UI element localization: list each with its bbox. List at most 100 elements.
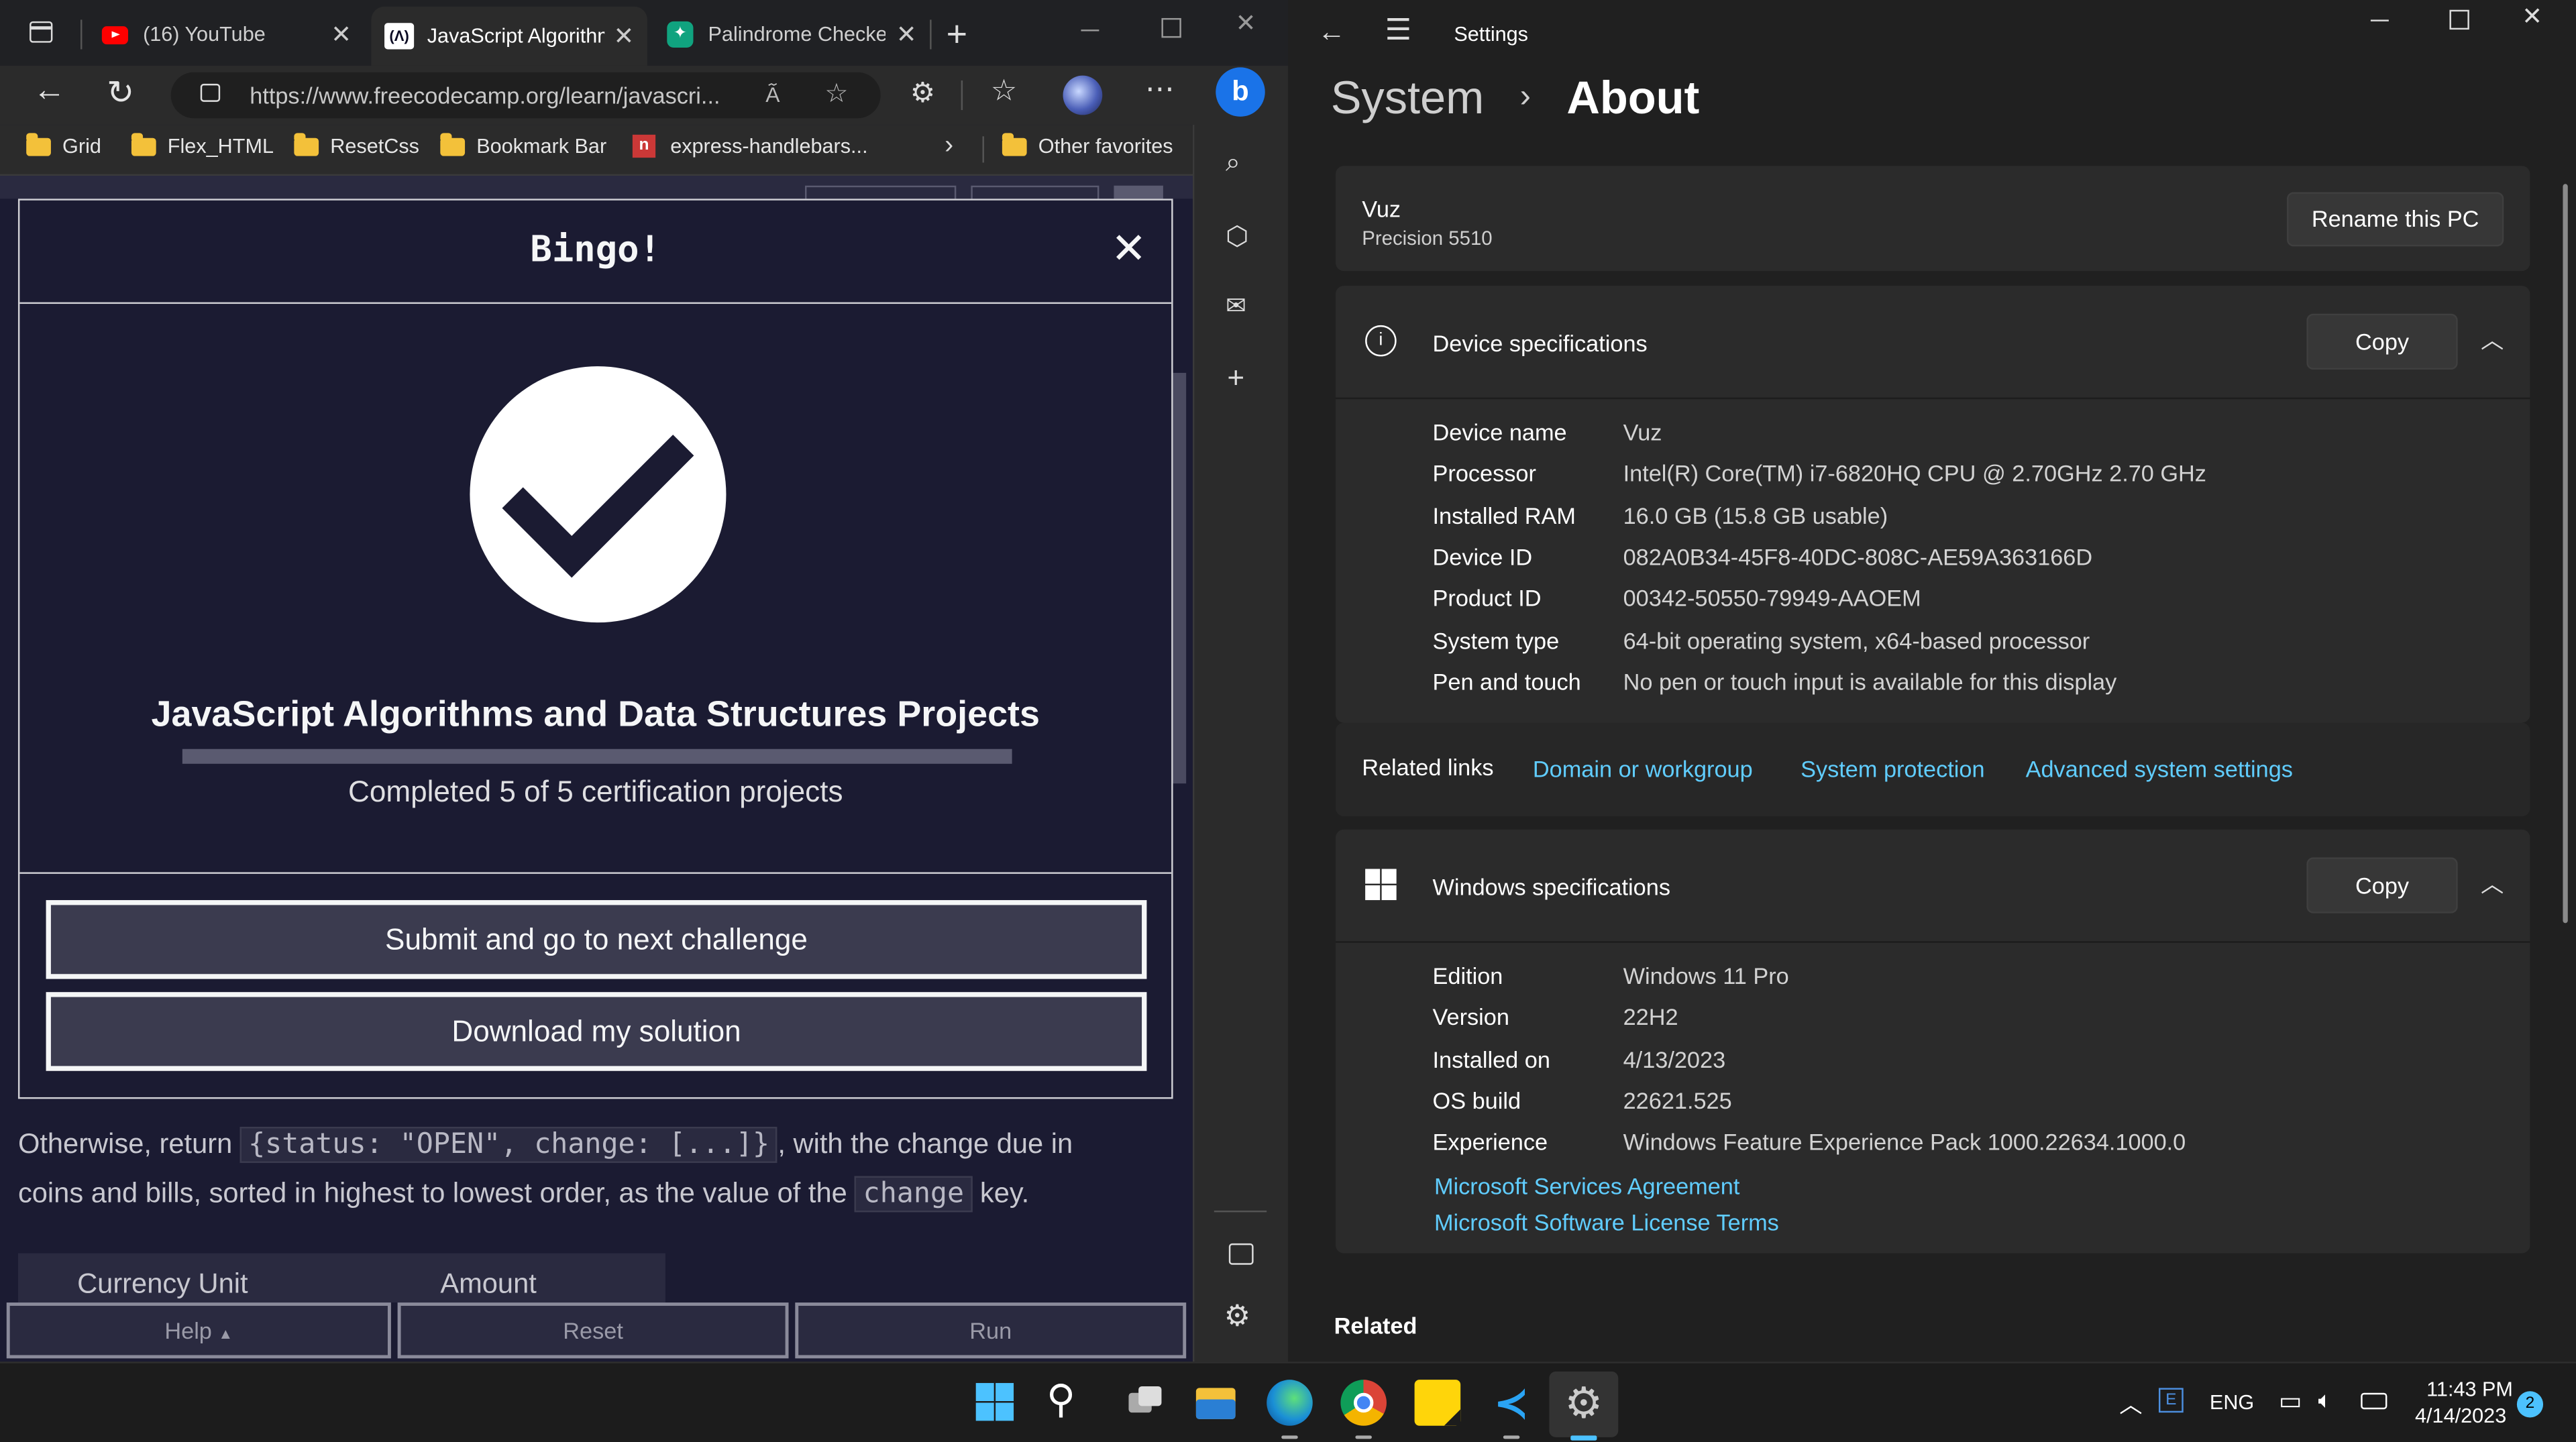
favorite-star-icon[interactable]: ☆ [824, 72, 848, 119]
close-icon[interactable]: ✕ [1111, 223, 1146, 274]
gear-icon[interactable]: ⚙ [1224, 1299, 1251, 1333]
favorite-other[interactable]: Other favorites [1002, 132, 1173, 158]
breadcrumb-parent[interactable]: System [1331, 72, 1485, 123]
chevron-up-icon[interactable]: ︿ [2481, 867, 2504, 900]
bing-chat-icon[interactable]: b [1216, 67, 1265, 117]
spec-value[interactable]: 16.0 GB (15.8 GB usable) [1623, 502, 1888, 528]
license-terms-link[interactable]: Microsoft Software License Terms [1434, 1209, 1779, 1235]
spec-value[interactable]: No pen or touch input is available for t… [1623, 668, 2117, 694]
chevron-up-icon[interactable]: ︿ [2119, 1388, 2142, 1421]
task-view-icon[interactable] [1122, 1380, 1169, 1426]
extensions-icon[interactable]: ⚙ [910, 77, 935, 110]
description-text: coins and bills, sorted in highest to lo… [17, 1177, 847, 1209]
domain-workgroup-link[interactable]: Domain or workgroup [1533, 756, 1753, 782]
split-screen-icon[interactable] [1228, 1243, 1254, 1265]
copy-windows-specs-button[interactable]: Copy [2306, 857, 2458, 913]
spec-value[interactable]: Intel(R) Core(TM) i7-6820HQ CPU @ 2.70GH… [1623, 460, 2206, 486]
clock-time[interactable]: 11:43 PM [2426, 1378, 2513, 1401]
minimize-icon[interactable] [2370, 19, 2389, 21]
close-window-icon[interactable]: ✕ [2522, 1, 2542, 32]
language-indicator[interactable]: ENG [2210, 1391, 2254, 1414]
run-button[interactable]: Run [795, 1302, 1187, 1359]
info-icon: i [1365, 325, 1397, 357]
spec-value[interactable]: 22H2 [1623, 1004, 1678, 1030]
input-indicator-icon[interactable]: E [2158, 1388, 2184, 1413]
file-explorer-icon[interactable] [1193, 1380, 1239, 1426]
chevron-up-icon[interactable]: ︿ [2481, 323, 2504, 356]
back-icon[interactable]: ← [33, 72, 66, 110]
tab-palindrome-checker[interactable]: ✦ Palindrome Checker ✕ [654, 10, 930, 59]
new-tab-icon[interactable]: + [947, 13, 967, 56]
back-icon[interactable]: ← [1318, 16, 1346, 49]
device-specs-title: Device specifications [1432, 330, 1648, 357]
edge-icon[interactable] [1267, 1380, 1313, 1426]
refresh-icon[interactable]: ↻ [107, 72, 134, 113]
settings-scrollbar[interactable] [2563, 184, 2568, 924]
spec-value[interactable]: 00342-50550-79949-AAOEM [1623, 585, 1921, 611]
system-protection-link[interactable]: System protection [1801, 756, 1984, 782]
minimize-icon[interactable] [1081, 30, 1099, 32]
search-icon[interactable]: ⌕ [1226, 150, 1240, 179]
volume-icon[interactable]: 🔈︎ [2318, 1386, 2332, 1415]
spec-label: System type [1432, 626, 1560, 653]
favorite-flex-html[interactable]: Flex_HTML [131, 132, 274, 158]
windows-logo-icon [1365, 869, 1397, 901]
page-scrollbar[interactable] [1173, 372, 1187, 784]
download-solution-button[interactable]: Download my solution [46, 992, 1147, 1071]
windows-specs-header[interactable]: Windows specifications Copy ︿ [1336, 830, 2530, 943]
close-window-icon[interactable]: ✕ [1236, 8, 1256, 38]
run-label: Run [969, 1317, 1012, 1344]
read-aloud-icon[interactable]: A᷉ [765, 72, 780, 119]
more-menu-icon[interactable]: ⋯ [1145, 72, 1175, 107]
spec-value[interactable]: 22621.525 [1623, 1087, 1732, 1113]
spec-value[interactable]: 4/13/2023 [1623, 1046, 1726, 1072]
start-icon[interactable] [973, 1380, 1019, 1426]
spec-label: Installed RAM [1432, 502, 1576, 529]
settings-gear-icon[interactable]: ⚙ [1561, 1380, 1607, 1426]
add-app-icon[interactable]: + [1227, 362, 1244, 396]
help-button[interactable]: Help ▲ [6, 1302, 391, 1359]
clock-date[interactable]: 4/14/2023 [2415, 1404, 2506, 1427]
tab-actions-icon[interactable] [30, 21, 53, 43]
spec-row: System type 64-bit operating system, x64-… [1336, 626, 2530, 663]
sticky-notes-icon[interactable] [1414, 1380, 1461, 1426]
close-tab-icon[interactable]: ✕ [614, 21, 635, 51]
tab-youtube[interactable]: (16) YouTube ✕ [89, 10, 364, 59]
vscode-icon[interactable]: ≺ [1489, 1380, 1535, 1426]
chatgpt-icon: ✦ [667, 21, 694, 48]
submit-next-challenge-button[interactable]: Submit and go to next challenge [46, 900, 1147, 979]
notification-badge[interactable]: 2 [2516, 1391, 2544, 1418]
search-icon[interactable]: ⚲ [1046, 1379, 1093, 1426]
favorite-grid[interactable]: Grid [26, 132, 101, 158]
spec-row: Installed RAM 16.0 GB (15.8 GB usable) [1336, 502, 2530, 538]
menu-icon[interactable]: ☰ [1385, 13, 1412, 48]
copy-device-specs-button[interactable]: Copy [2306, 313, 2458, 370]
spec-value[interactable]: 64-bit operating system, x64-based proce… [1623, 626, 2090, 653]
profile-avatar[interactable] [1063, 75, 1103, 115]
battery-icon[interactable] [2361, 1392, 2387, 1410]
spec-value[interactable]: 082A0B34-45F8-40DC-808C-AE59A363166D [1623, 543, 2093, 569]
spec-value[interactable]: Windows Feature Experience Pack 1000.226… [1623, 1129, 2186, 1155]
rename-pc-button[interactable]: Rename this PC [2287, 192, 2504, 247]
address-input[interactable]: https://www.freecodecamp.org/learn/javas… [170, 72, 881, 119]
tab-javascript-algorithms[interactable]: (Λ) JavaScript Algorithms ✕ [371, 6, 647, 66]
device-specs-header[interactable]: i Device specifications Copy ︿ [1336, 286, 2530, 400]
close-tab-icon[interactable]: ✕ [331, 19, 352, 50]
shopping-icon[interactable]: ⬡ [1226, 220, 1248, 253]
reset-button[interactable]: Reset [397, 1302, 789, 1359]
favorite-express-handlebars[interactable]: n express-handlebars... [632, 134, 868, 158]
network-icon[interactable]: ▭ [2279, 1386, 2302, 1416]
advanced-system-settings-link[interactable]: Advanced system settings [2026, 756, 2293, 782]
favorites-icon[interactable]: ☆ [991, 74, 1018, 108]
favorite-bookmark-bar[interactable]: Bookmark Bar [440, 132, 606, 158]
spec-value[interactable]: Vuz [1623, 419, 1662, 445]
chrome-icon[interactable] [1340, 1380, 1387, 1426]
chevron-right-icon[interactable]: › [945, 131, 953, 161]
favorite-resetcss[interactable]: ResetCss [294, 132, 419, 158]
maximize-icon[interactable] [2449, 9, 2469, 30]
maximize-icon[interactable] [1161, 17, 1181, 38]
close-tab-icon[interactable]: ✕ [896, 19, 917, 50]
services-agreement-link[interactable]: Microsoft Services Agreement [1434, 1173, 1739, 1199]
outlook-icon[interactable]: ✉ [1226, 290, 1246, 321]
spec-value[interactable]: Windows 11 Pro [1623, 962, 1789, 989]
